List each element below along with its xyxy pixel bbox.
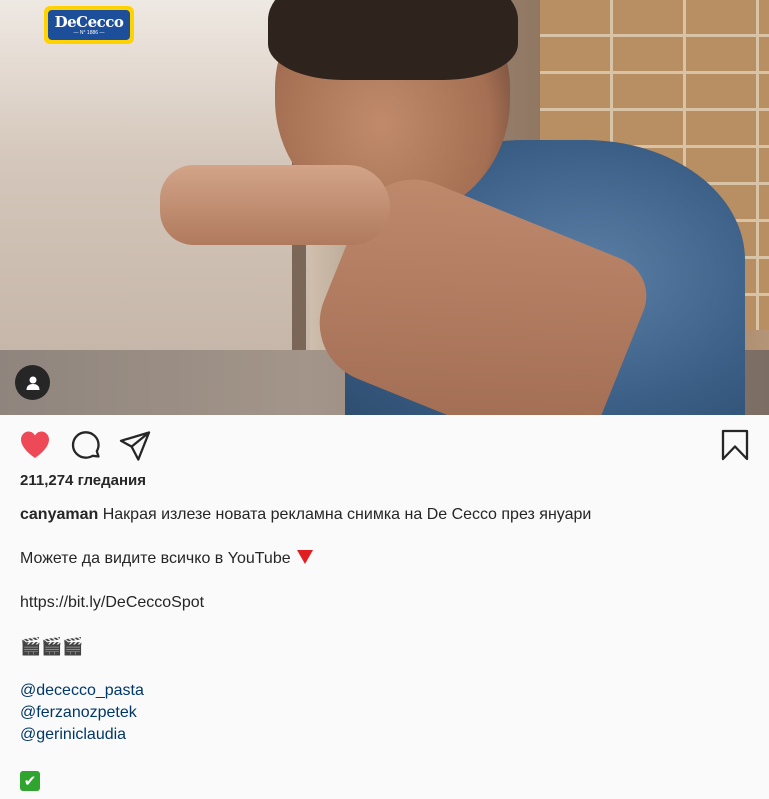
author-username[interactable]: canyaman: [20, 506, 98, 523]
view-count[interactable]: 211,274 гледания: [20, 472, 146, 489]
view-count-label: гледания: [77, 472, 147, 489]
caption-mention-line: @ferzanozpetek: [20, 702, 755, 724]
mention-dececco[interactable]: @dececco_pasta: [20, 682, 144, 699]
person-icon: [26, 376, 39, 390]
post-media[interactable]: DeCecco — N° 1886 —: [0, 0, 769, 415]
check-mark-icon: ✔: [20, 771, 40, 791]
caption-url[interactable]: https://bit.ly/DeCeccoSpot: [20, 594, 204, 611]
mention-geriniclaudia[interactable]: @geriniclaudia: [20, 726, 126, 743]
media-person-hair: [268, 0, 518, 80]
caption-youtube-line: Можете да видите всичко в YouTube: [20, 548, 755, 570]
dececco-logo-subtext: — N° 1886 —: [73, 29, 105, 36]
post-actions-bar: [0, 415, 769, 475]
post-caption: canyaman Накрая излезе новата рекламна с…: [20, 504, 755, 791]
bookmark-icon[interactable]: [720, 429, 750, 461]
media-person-hand: [160, 165, 390, 245]
tagged-people-button[interactable]: [15, 365, 50, 400]
paper-plane-icon[interactable]: [119, 430, 151, 462]
caption-clapper-line: 🎬🎬🎬: [20, 636, 755, 658]
dececco-logo-text: DeCecco: [54, 12, 124, 31]
caption-first-line: canyaman Накрая излезе новата рекламна с…: [20, 504, 755, 526]
caption-text: Накрая излезе новата рекламна снимка на …: [102, 506, 592, 523]
red-triangle-down-icon: [296, 550, 313, 564]
clapper-board-icon: 🎬🎬🎬: [20, 637, 84, 657]
caption-check-line: ✔: [20, 768, 755, 791]
caption-youtube-text: Можете да видите всичко в YouTube: [20, 550, 291, 567]
caption-mention-line: @dececco_pasta: [20, 680, 755, 702]
dececco-logo: DeCecco — N° 1886 —: [44, 6, 134, 44]
view-count-number: 211,274: [20, 472, 74, 489]
caption-link-line: https://bit.ly/DeCeccoSpot: [20, 592, 755, 614]
dececco-logo-inner: DeCecco — N° 1886 —: [48, 10, 130, 40]
mention-ferzanozpetek[interactable]: @ferzanozpetek: [20, 704, 137, 721]
caption-mention-line: @geriniclaudia: [20, 724, 755, 746]
heart-filled-icon[interactable]: [19, 430, 51, 460]
comment-icon[interactable]: [70, 430, 102, 462]
